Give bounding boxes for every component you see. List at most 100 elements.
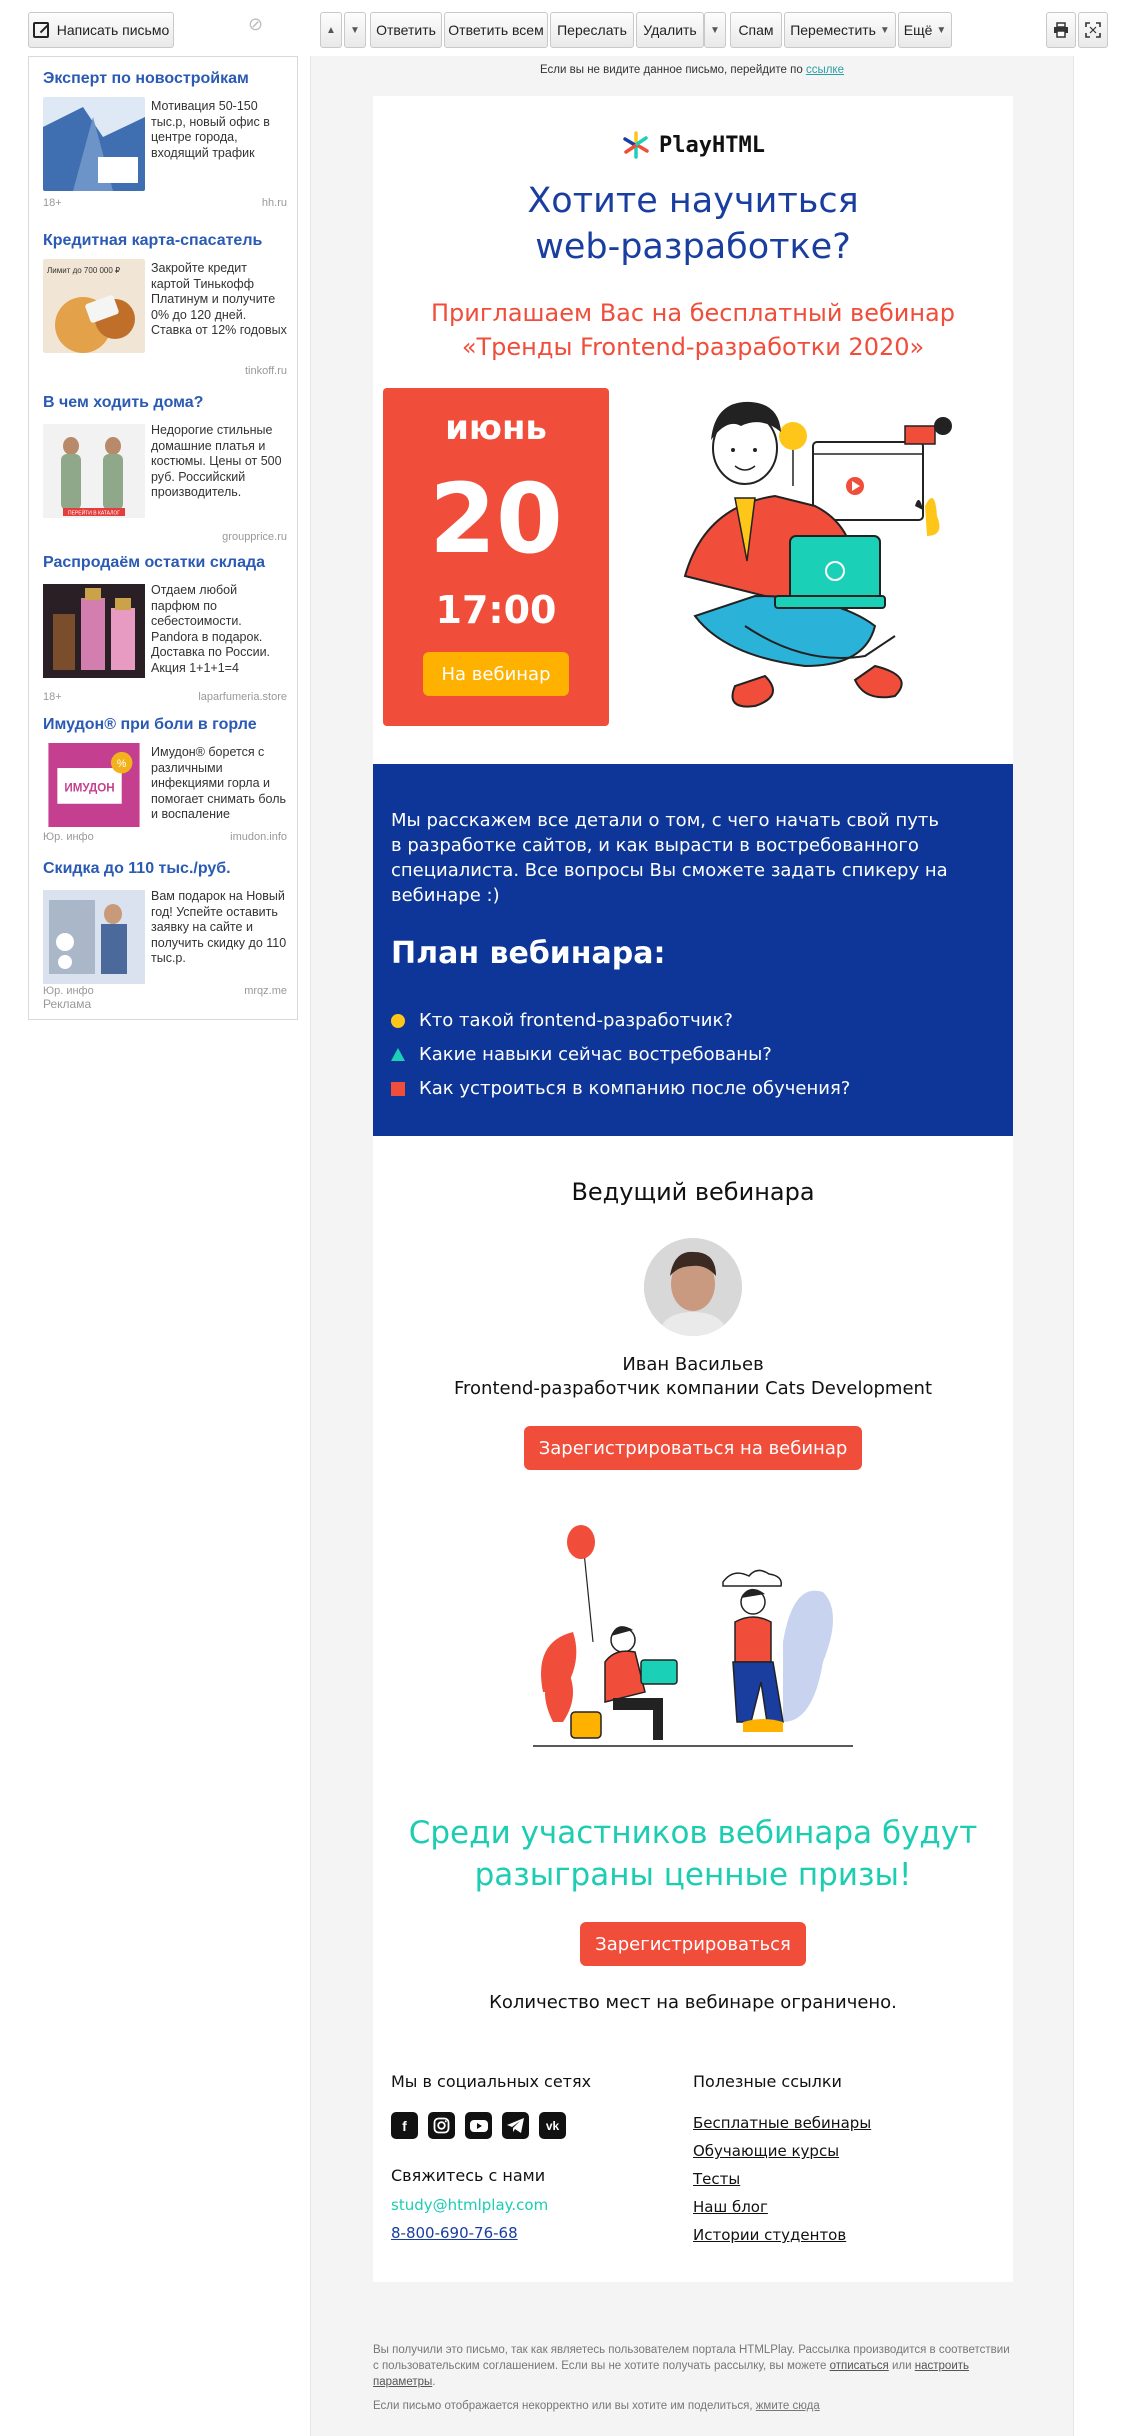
preheader: Если вы не видите данное письмо, перейди… (540, 64, 844, 76)
teal-triangle-icon (391, 1048, 405, 1061)
ad-title[interactable]: В чем ходить дома? (43, 393, 287, 413)
reply-button[interactable]: Ответить (370, 12, 442, 48)
expand-button[interactable] (1078, 12, 1108, 48)
svg-text:%: % (117, 758, 127, 770)
print-button[interactable] (1046, 12, 1076, 48)
chevron-down-icon: ▼ (936, 24, 947, 36)
web-version-link[interactable]: ссылке (806, 64, 844, 76)
arrow-down-icon: ▼ (350, 24, 360, 36)
svg-text:ИМУДОН: ИМУДОН (64, 781, 114, 794)
ad-title[interactable]: Имудон® при боли в горле (43, 715, 287, 735)
register-button[interactable]: Зарегистрироваться (580, 1922, 806, 1966)
useful-links: Бесплатные вебинары Обучающие курсы Тест… (693, 2114, 871, 2254)
facebook-icon[interactable]: f (391, 2112, 418, 2139)
more-button[interactable]: Ещё ▼ (898, 12, 952, 48)
instagram-icon[interactable] (428, 2112, 455, 2139)
ad-item[interactable]: Распродаём остатки склада Отдаем любой п… (43, 553, 287, 703)
move-button[interactable]: Переместить ▼ (784, 12, 896, 48)
register-webinar-button[interactable]: Зарегистрироваться на вебинар (524, 1426, 862, 1470)
link-free-webinars[interactable]: Бесплатные вебинары (693, 2114, 871, 2142)
spam-button[interactable]: Спам (730, 12, 782, 48)
mail-client: Написать письмо ⊘ ▲ ▼ Ответить Ответить … (0, 0, 1125, 2436)
compose-icon (32, 22, 49, 38)
plan-title: План вебинара: (391, 936, 666, 971)
vk-icon[interactable]: vk (539, 2112, 566, 2139)
to-webinar-button[interactable]: На вебинар (423, 652, 569, 696)
ad-item[interactable]: Эксперт по новостройкам Мотивация 50-150… (43, 69, 287, 209)
ad-item[interactable]: Скидка до 110 тыс./руб. Вам подарок на Н… (43, 859, 287, 997)
plan-item: Кто такой frontend-разработчик? (391, 1010, 733, 1031)
plan-item: Как устроиться в компанию после обучения… (391, 1078, 850, 1099)
ad-image[interactable] (43, 97, 145, 191)
next-message-button[interactable]: ▼ (344, 12, 366, 48)
paperclip-icon: ⊘ (248, 14, 264, 34)
share-text: Если письмо отображается некорректно или… (373, 2400, 820, 2412)
email-body: PlayHTML Хотите научиться web-разработке… (373, 96, 1013, 2282)
ad-title[interactable]: Эксперт по новостройкам (43, 69, 287, 89)
ad-item[interactable]: Имудон® при боли в горле ИМУДОН % Имудон… (43, 715, 287, 843)
team-illustration (533, 1525, 853, 1747)
contact-phone-link[interactable]: 8-800-690-76-68 (391, 2224, 518, 2242)
date-day: 20 (429, 463, 563, 575)
date-time: 17:00 (435, 588, 557, 632)
ad-image[interactable]: ПЕРЕЙТИ В КАТАЛОГ (43, 421, 145, 521)
link-tests[interactable]: Тесты (693, 2170, 871, 2198)
plan-item: Какие навыки сейчас востребованы? (391, 1044, 772, 1065)
link-blog[interactable]: Наш блог (693, 2198, 871, 2226)
ad-title[interactable]: Кредитная карта-спасатель (43, 231, 287, 251)
social-title: Мы в социальных сетях (391, 2072, 592, 2091)
svg-text:Лимит до 700 000 ₽: Лимит до 700 000 ₽ (47, 266, 120, 275)
social-links: f vk (391, 2112, 566, 2139)
date-month: июнь (445, 408, 547, 448)
reply-all-button[interactable]: Ответить всем (444, 12, 548, 48)
delete-menu-button[interactable]: ▼ (704, 12, 726, 48)
ad-item[interactable]: Кредитная карта-спасатель Лимит до 700 0… (43, 231, 287, 377)
host-section-title: Ведущий вебинара (571, 1178, 815, 1206)
ad-title[interactable]: Распродаём остатки склада (43, 553, 287, 573)
logo[interactable]: PlayHTML (373, 130, 1013, 160)
contact-email-link[interactable]: study@htmlplay.com (391, 2196, 548, 2214)
forward-button[interactable]: Переслать (550, 12, 634, 48)
contact-title: Свяжитесь с нами (391, 2166, 546, 2185)
print-icon (1054, 22, 1068, 38)
compose-button[interactable]: Написать письмо (28, 12, 174, 48)
date-card: июнь 20 17:00 На вебинар (383, 388, 609, 726)
prize-heading: Среди участников вебинара будут разыгран… (408, 1815, 978, 1893)
svg-text:ПЕРЕЙТИ В КАТАЛОГ: ПЕРЕЙТИ В КАТАЛОГ (68, 509, 120, 517)
ad-text: Вам подарок на Новый год! Успейте остави… (151, 889, 287, 965)
red-square-icon (391, 1081, 405, 1096)
ads-panel: Эксперт по новостройкам Мотивация 50-150… (28, 56, 298, 1020)
yellow-circle-icon (391, 1013, 405, 1028)
logo-star-icon (623, 131, 649, 159)
previous-message-button[interactable]: ▲ (320, 12, 342, 48)
ad-image[interactable] (43, 887, 145, 987)
link-courses[interactable]: Обучающие курсы (693, 2142, 871, 2170)
chevron-down-icon: ▼ (879, 24, 890, 36)
ad-title[interactable]: Скидка до 110 тыс./руб. (43, 859, 287, 879)
ad-text: Закройте кредит картой Тинькофф Платинум… (151, 261, 287, 337)
delete-button[interactable]: Удалить (636, 12, 704, 48)
about-text: Мы расскажем все детали о том, с чего на… (391, 810, 948, 906)
ad-image[interactable]: ИМУДОН % (43, 743, 145, 827)
about-block: Мы расскажем все детали о том, с чего на… (373, 764, 1013, 1136)
message-viewer: Если вы не видите данное письмо, перейди… (310, 56, 1074, 2436)
ad-image[interactable] (43, 581, 145, 681)
legal-text: Вы получили это письмо, так как являетес… (373, 2344, 1010, 2388)
unsubscribe-link[interactable]: отписаться (830, 2360, 889, 2372)
limited-seats-note: Количество мест на вебинаре ограничено. (489, 1992, 897, 2013)
telegram-icon[interactable] (502, 2112, 529, 2139)
ad-text: Недорогие стильные домашние платья и кос… (151, 423, 282, 499)
youtube-icon[interactable] (465, 2112, 492, 2139)
headline: Хотите научиться web-разработке? (527, 181, 859, 267)
host-role: Frontend-разработчик компании Cats Devel… (453, 1378, 933, 1399)
share-link[interactable]: жмите сюда (756, 2400, 820, 2412)
expand-icon (1085, 22, 1101, 38)
developer-illustration (683, 401, 952, 708)
ad-image[interactable]: Лимит до 700 000 ₽ (43, 259, 145, 353)
links-title: Полезные ссылки (693, 2072, 842, 2091)
ad-item[interactable]: В чем ходить дома? ПЕРЕЙТИ В КАТАЛОГ Нед… (43, 393, 287, 543)
link-student-stories[interactable]: Истории студентов (693, 2226, 871, 2254)
ads-label: Реклама (43, 997, 92, 1011)
arrow-up-icon: ▲ (326, 24, 336, 36)
chevron-down-icon: ▼ (710, 24, 720, 36)
